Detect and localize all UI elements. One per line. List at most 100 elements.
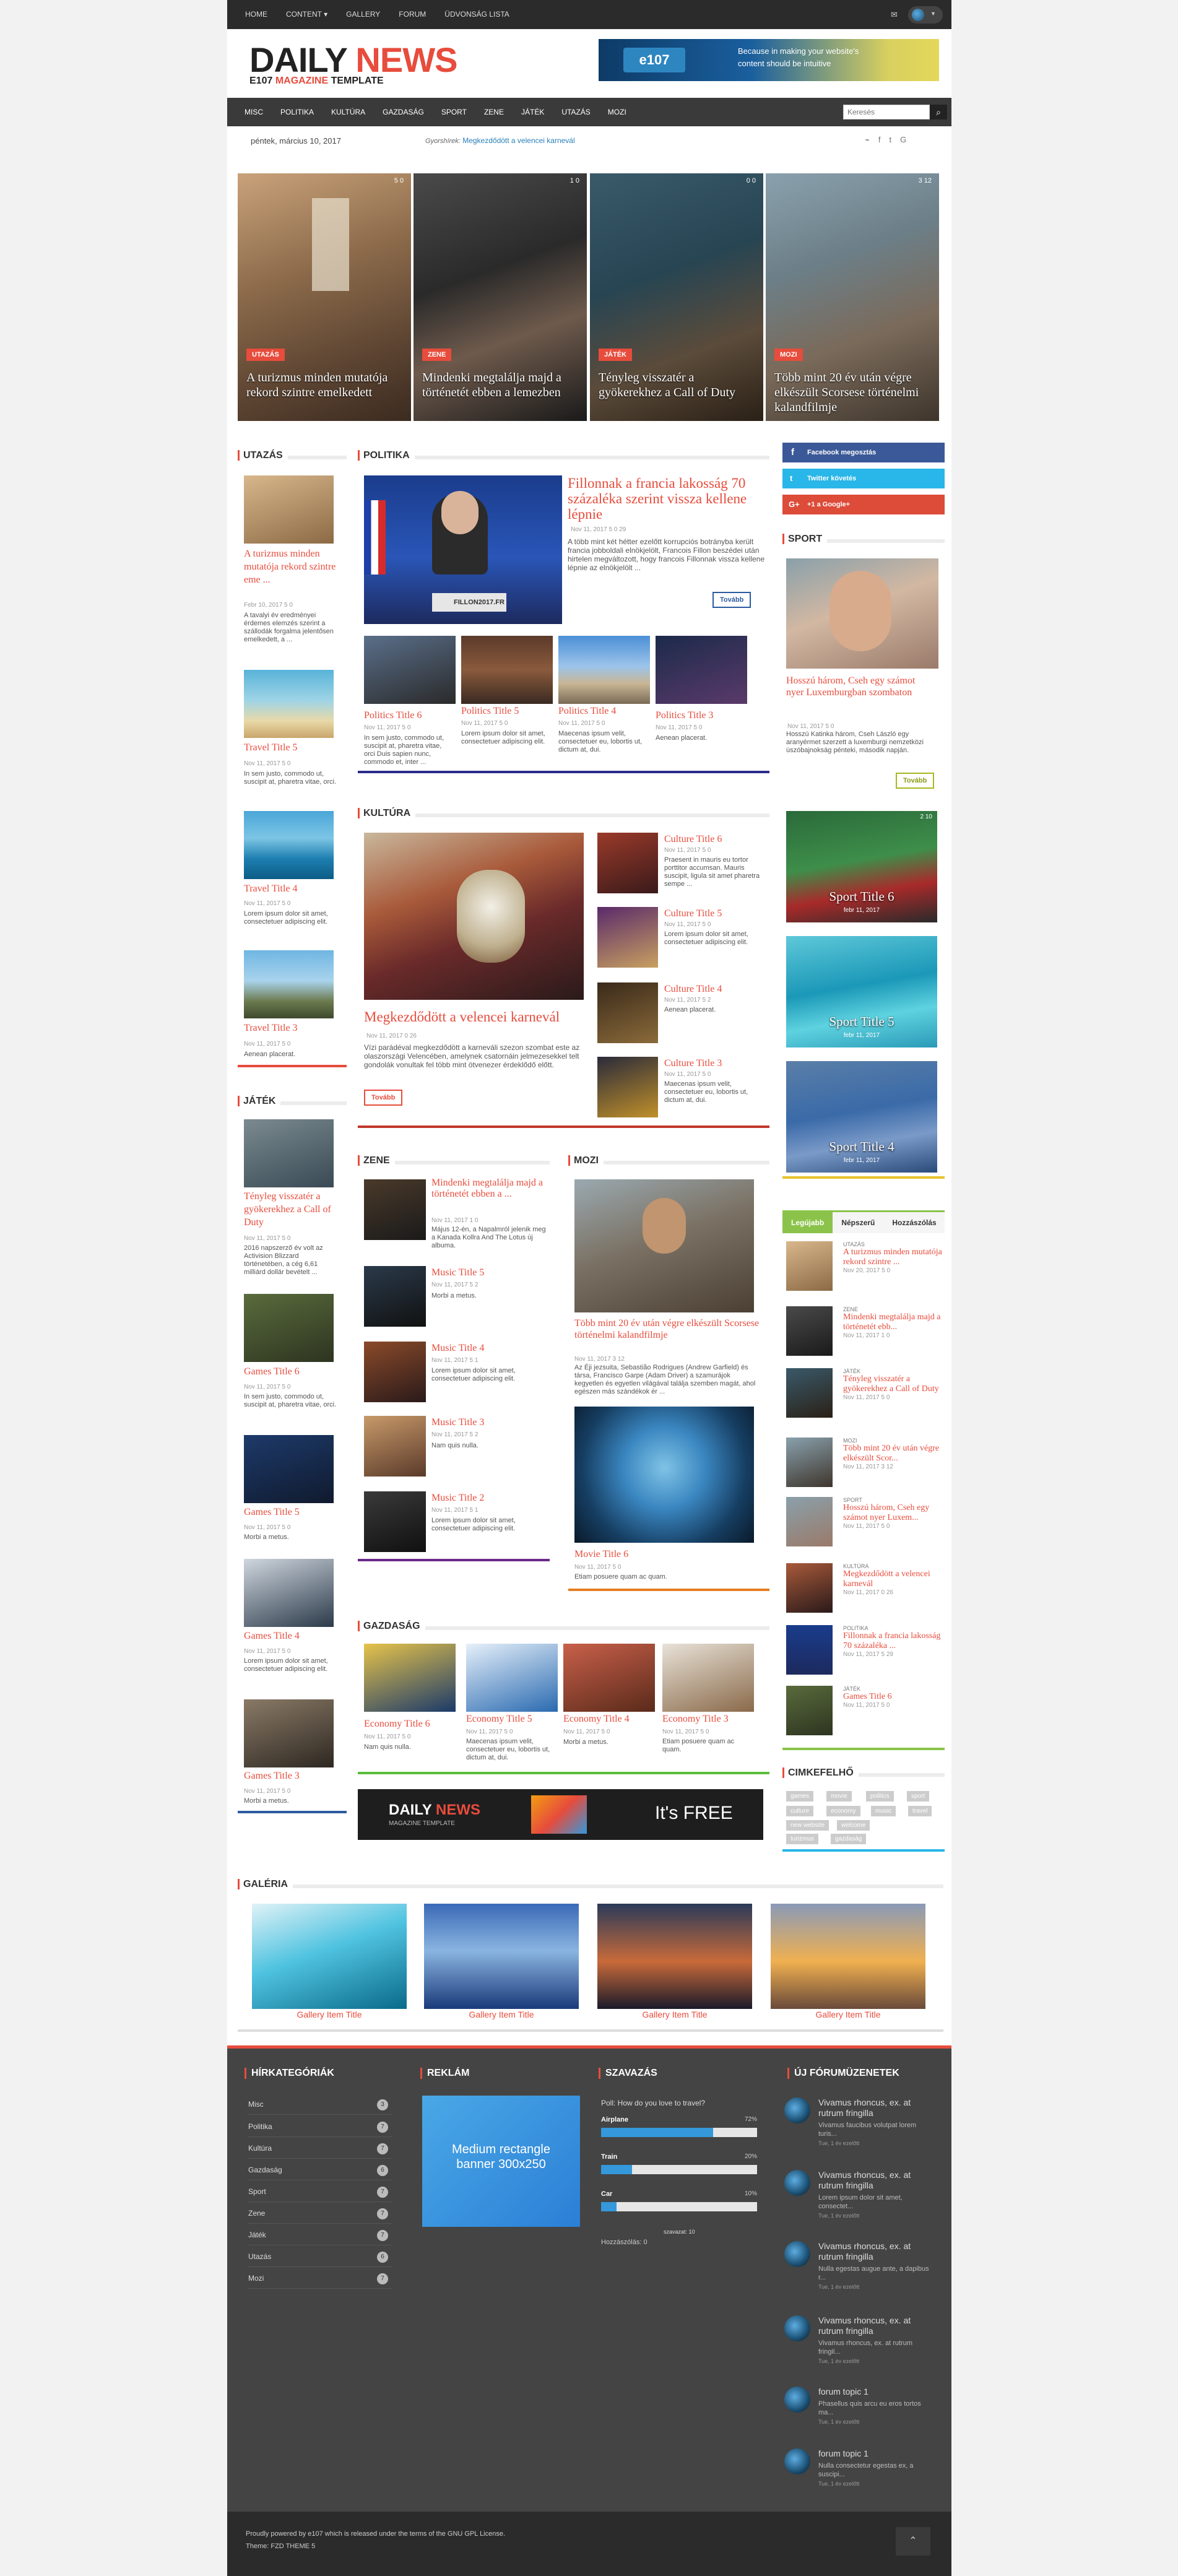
slide-title[interactable]: Több mint 20 év után végre elkészült Sco… bbox=[774, 370, 932, 415]
gallery-image[interactable] bbox=[252, 1904, 407, 2009]
forum-post[interactable]: Vivamus rhoncus, ex. at rutrum fringilla… bbox=[784, 2241, 933, 2290]
article-title[interactable]: Music Title 2 bbox=[431, 1491, 484, 1504]
slide-title[interactable]: Tényleg visszatér a gyökerekhez a Call o… bbox=[599, 370, 756, 400]
article-title[interactable]: Travel Title 4 bbox=[244, 882, 337, 895]
article-title[interactable]: Culture Title 3 bbox=[664, 1057, 722, 1070]
gallery-image[interactable] bbox=[424, 1904, 579, 2009]
slider-item[interactable]: 0 0 Játék Tényleg visszatér a gyökerekhe… bbox=[590, 173, 763, 421]
tag-chip[interactable]: politics bbox=[866, 1791, 894, 1802]
tab-item-title[interactable]: Hosszú három, Cseh egy számot nyer Luxem… bbox=[843, 1503, 945, 1523]
tab-list-item[interactable]: Kultúra Megkezdődött a velencei karnevál N… bbox=[786, 1563, 945, 1618]
tab-item-title[interactable]: Mindenki megtalálja majd a történetét eb… bbox=[843, 1312, 945, 1332]
article-thumb[interactable] bbox=[574, 1407, 754, 1543]
sport-slide[interactable]: 2 10 Sport Title 6 febr 11, 2017 bbox=[786, 811, 937, 922]
article-title[interactable]: Economy Title 5 bbox=[466, 1712, 532, 1725]
slide-category-tag[interactable]: Mozi bbox=[774, 349, 803, 361]
search-icon[interactable]: ⌕ bbox=[930, 105, 947, 119]
sport-slide-title[interactable]: Sport Title 5 bbox=[786, 1014, 937, 1030]
section-title[interactable]: Gazdaság bbox=[358, 1621, 425, 1631]
user-menu[interactable]: ▼ bbox=[908, 6, 943, 24]
slide-category-tag[interactable]: Játék bbox=[599, 349, 633, 361]
footer-category[interactable]: Mozi 7 bbox=[248, 2268, 392, 2289]
tab-item-title[interactable]: A turizmus minden mutatója rekord szintr… bbox=[843, 1247, 945, 1267]
article-thumb[interactable] bbox=[244, 811, 334, 879]
topnav-home[interactable]: Home bbox=[236, 0, 277, 29]
promo-banner[interactable]: DAILY NEWS MAGAZINE TEMPLATE It's FREE bbox=[358, 1789, 763, 1840]
article-title[interactable]: Games Title 4 bbox=[244, 1629, 337, 1642]
article-title[interactable]: Music Title 3 bbox=[431, 1416, 484, 1429]
sport-slide[interactable]: Sport Title 4 febr 11, 2017 bbox=[786, 1061, 937, 1173]
article-thumb[interactable] bbox=[244, 1119, 334, 1187]
topnav-welcome[interactable]: Üdvonság lista bbox=[435, 0, 518, 29]
tab-list-item[interactable]: Játék Games Title 6 Nov 11, 2017 5 0 bbox=[786, 1686, 945, 1740]
lead-article-photo[interactable] bbox=[574, 1179, 754, 1312]
footer-category[interactable]: Politika 7 bbox=[248, 2116, 392, 2137]
article-thumb[interactable] bbox=[364, 636, 456, 704]
poll-bar[interactable] bbox=[601, 2202, 757, 2211]
section-title[interactable]: Sport bbox=[782, 534, 828, 544]
gallery-image[interactable] bbox=[771, 1904, 925, 2009]
lead-article-title[interactable]: Megkezdődött a velencei karnevál bbox=[364, 1010, 584, 1024]
article-thumb[interactable] bbox=[597, 907, 658, 968]
article-thumb[interactable] bbox=[364, 1416, 426, 1477]
gallery-item-title[interactable]: Gallery Item Title bbox=[771, 2010, 925, 2019]
tab-item-title[interactable]: Megkezdődött a velencei karnevál bbox=[843, 1569, 945, 1589]
article-title[interactable]: Games Title 6 bbox=[244, 1365, 337, 1378]
article-thumb[interactable] bbox=[244, 1435, 334, 1503]
article-thumb[interactable] bbox=[364, 1491, 426, 1552]
footer-ad-box[interactable]: Medium rectangle banner 300x250 bbox=[422, 2096, 580, 2227]
lead-article-photo[interactable] bbox=[786, 558, 938, 669]
logo[interactable]: DAILY NEWS bbox=[249, 41, 457, 79]
back-to-top-button[interactable]: ⌃ bbox=[896, 2527, 930, 2556]
section-title[interactable]: Utazás bbox=[238, 450, 288, 461]
article-title[interactable]: Economy Title 3 bbox=[662, 1712, 729, 1725]
footer-category[interactable]: Gazdaság 6 bbox=[248, 2159, 392, 2180]
topnav-content[interactable]: Content ▾ bbox=[277, 0, 337, 29]
nav-politika[interactable]: Politika bbox=[272, 98, 323, 126]
lead-article-title[interactable]: Hosszú három, Cseh egy számot nyer Luxem… bbox=[786, 675, 932, 698]
article-thumb[interactable] bbox=[244, 1559, 334, 1627]
ticker-link[interactable]: Megkezdődött a velencei karnevál bbox=[462, 136, 574, 145]
footer-category[interactable]: Misc 3 bbox=[248, 2094, 392, 2115]
header-ad-banner[interactable]: e107 Because in making your website's co… bbox=[599, 39, 939, 81]
footer-category[interactable]: Sport 7 bbox=[248, 2181, 392, 2202]
tag-chip[interactable]: economy bbox=[826, 1806, 860, 1816]
article-thumb[interactable] bbox=[461, 636, 553, 704]
section-title[interactable]: Cimkefelhő bbox=[782, 1767, 859, 1778]
tab-item-title[interactable]: Fillonnak a francia lakosság 70 százalék… bbox=[843, 1631, 945, 1651]
article-title[interactable]: Politics Title 5 bbox=[461, 705, 519, 718]
tag-chip[interactable]: games bbox=[786, 1791, 814, 1802]
slide-category-tag[interactable]: Zene bbox=[422, 349, 452, 361]
lead-article-title[interactable]: Több mint 20 év után végre elkészült Sco… bbox=[574, 1317, 760, 1341]
tab-list-item[interactable]: Politika Fillonnak a francia lakosság 70 … bbox=[786, 1625, 945, 1680]
nav-sport[interactable]: Sport bbox=[433, 98, 475, 126]
tag-chip[interactable]: culture bbox=[786, 1806, 814, 1816]
article-title[interactable]: Economy Title 4 bbox=[563, 1712, 630, 1725]
nav-jatek[interactable]: Játék bbox=[513, 98, 553, 126]
rss-icon[interactable]: ⌁ bbox=[865, 135, 878, 144]
tab-comments[interactable]: Hozzászólás bbox=[883, 1212, 945, 1233]
mail-icon[interactable]: ✉ bbox=[891, 10, 898, 20]
read-more-button[interactable]: Tovább bbox=[364, 1090, 403, 1106]
gallery-item-title[interactable]: Gallery Item Title bbox=[252, 2010, 407, 2019]
tag-chip[interactable]: gazdaság bbox=[831, 1834, 867, 1844]
footer-category[interactable]: Kultúra 7 bbox=[248, 2138, 392, 2159]
section-title[interactable]: Játék bbox=[238, 1096, 281, 1106]
lead-article-photo[interactable]: FILLON2017.FR bbox=[364, 475, 562, 624]
forum-post[interactable]: Vivamus rhoncus, ex. at rutrum fringilla… bbox=[784, 2315, 933, 2364]
article-title[interactable]: Economy Title 6 bbox=[364, 1717, 430, 1730]
tab-popular[interactable]: Népszerű bbox=[833, 1212, 883, 1233]
footer-category[interactable]: Játék 7 bbox=[248, 2224, 392, 2245]
section-title[interactable]: Galéria bbox=[238, 1879, 293, 1889]
tag-chip[interactable]: travel bbox=[908, 1806, 932, 1816]
poll-bar[interactable] bbox=[601, 2128, 757, 2137]
slide-title[interactable]: A turizmus minden mutatója rekord szintr… bbox=[246, 370, 404, 400]
article-title[interactable]: Politics Title 6 bbox=[364, 709, 422, 722]
googleplus-icon[interactable]: G bbox=[900, 135, 915, 144]
tab-item-title[interactable]: Games Title 6 bbox=[843, 1692, 945, 1702]
article-thumb[interactable] bbox=[244, 670, 334, 738]
article-thumb[interactable] bbox=[558, 636, 650, 704]
tag-chip[interactable]: movie bbox=[826, 1791, 852, 1802]
article-title[interactable]: Culture Title 6 bbox=[664, 833, 722, 846]
article-title[interactable]: Culture Title 4 bbox=[664, 982, 722, 995]
